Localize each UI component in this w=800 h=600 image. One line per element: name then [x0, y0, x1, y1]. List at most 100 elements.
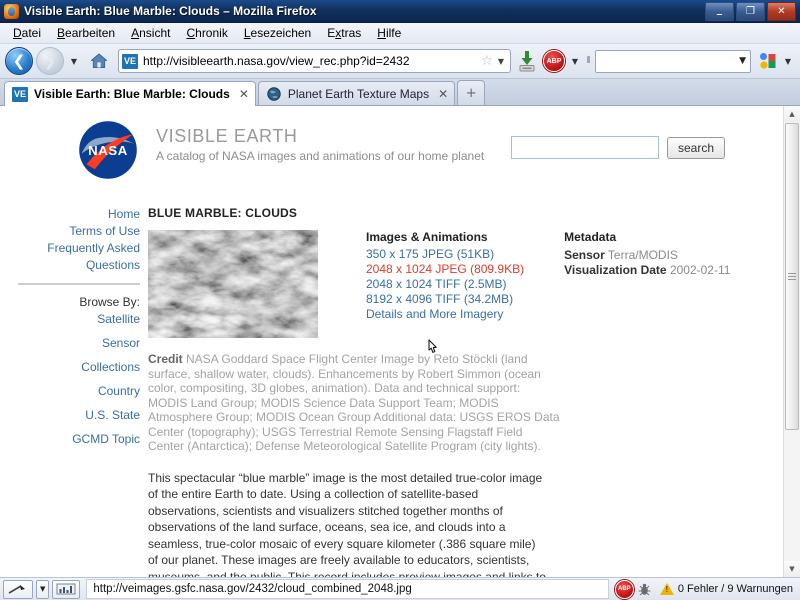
record-columns: Images & Animations 350 x 175 JPEG (51KB… [148, 230, 769, 338]
nav-divider [18, 283, 140, 285]
credit-label: Credit [148, 352, 183, 366]
url-input[interactable]: http://visibleearth.nasa.gov/view_rec.ph… [143, 54, 479, 68]
main-content: BLUE MARBLE: CLOUDS Images & Animations … [148, 180, 783, 577]
nav-terms-of-use[interactable]: Terms of Use [0, 223, 140, 240]
nav-gcmd-topic[interactable]: GCMD Topic [0, 431, 140, 448]
menu-ansicht[interactable]: Ansicht [124, 24, 177, 42]
bug-icon [638, 583, 651, 595]
google-dropdown-button[interactable]: ▼ [781, 48, 795, 74]
scroll-up-button[interactable]: ▲ [784, 106, 800, 122]
home-icon [91, 53, 107, 68]
left-navigation: Home Terms of Use Frequently Asked Quest… [0, 180, 148, 448]
brand-title: VISIBLE EARTH [156, 126, 298, 146]
minimize-button[interactable]: – [705, 1, 734, 22]
bookmark-dropdown-icon[interactable]: ▼ [495, 57, 507, 66]
tab-planet-earth-texture-maps[interactable]: Planet Earth Texture Maps ✕ [257, 81, 456, 105]
tab-strip: VE Visible Earth: Blue Marble: Clouds ✕ … [0, 79, 800, 106]
metadata-value: Terra/MODIS [607, 248, 678, 262]
toolbar-grip[interactable]: ⫴ [585, 52, 592, 70]
tab-favicon-icon [266, 86, 282, 101]
site-header: NASA VISIBLE EARTH A catalog of NASA ima… [0, 106, 783, 180]
site-search-input[interactable] [510, 136, 659, 159]
site-search-button[interactable]: search [666, 136, 725, 159]
menu-lesezeichen[interactable]: Lesezeichen [237, 24, 318, 42]
visible-earth-site: NASA VISIBLE EARTH A catalog of NASA ima… [0, 106, 783, 577]
downloads-button[interactable] [514, 48, 540, 74]
abp-label: ABP [618, 586, 631, 592]
chevron-down-icon[interactable]: ▼ [739, 56, 746, 66]
menu-chronik[interactable]: Chronik [179, 24, 234, 42]
close-icon: ✕ [777, 5, 786, 17]
nav-collections[interactable]: Collections [0, 359, 140, 376]
image-link-350x175[interactable]: 350 x 175 JPEG (51KB) [366, 247, 524, 262]
tab-visible-earth[interactable]: VE Visible Earth: Blue Marble: Clouds ✕ [4, 81, 256, 106]
adblock-dropdown-button[interactable]: ▼ [568, 48, 582, 74]
nav-satellite[interactable]: Satellite [0, 311, 140, 328]
menu-extras[interactable]: Extras [320, 24, 368, 42]
maximize-icon: ❐ [746, 5, 755, 17]
metadata-key: Sensor [564, 248, 605, 262]
status-adblock-icon[interactable]: ABP [614, 579, 634, 599]
metadata-heading: Metadata [564, 230, 617, 244]
tab-close-icon[interactable]: ✕ [236, 87, 249, 101]
status-meter-button[interactable] [52, 579, 81, 599]
plus-icon: + [465, 85, 477, 101]
maximize-button[interactable]: ❐ [736, 1, 765, 21]
pencil-icon [8, 584, 25, 594]
tab-favicon-icon: VE [12, 86, 28, 102]
tab-close-icon[interactable]: ✕ [435, 87, 448, 101]
window-controls: – ❐ ✕ [705, 1, 798, 22]
new-tab-button[interactable]: + [457, 80, 486, 105]
status-tool-button[interactable] [3, 579, 33, 599]
close-button[interactable]: ✕ [767, 1, 796, 21]
minimize-icon: – [716, 6, 723, 22]
description-paragraph-1: This spectacular “blue marble” image is … [148, 470, 546, 578]
back-button[interactable]: ❮ [5, 47, 33, 75]
error-console-status[interactable]: 0 Fehler / 9 Warnungen [656, 583, 797, 595]
bookmark-star-icon[interactable]: ☆ [479, 53, 495, 69]
nav-sensor[interactable]: Sensor [0, 335, 140, 352]
site-body: Home Terms of Use Frequently Asked Quest… [0, 180, 783, 577]
vertical-scrollbar[interactable]: ▲ ▼ [783, 106, 800, 577]
status-bar: ▼ http://veimages.gsfc.nasa.gov/2432/clo… [0, 577, 800, 600]
tab-label: Visible Earth: Blue Marble: Clouds [34, 87, 230, 101]
details-and-more-imagery-link[interactable]: Details and More Imagery [366, 307, 524, 322]
menu-datei[interactable]: Datei [6, 24, 48, 42]
menu-bearbeiten[interactable]: Bearbeiten [50, 24, 122, 42]
firefox-icon [4, 3, 19, 19]
nav-country[interactable]: Country [0, 383, 140, 400]
earth-icon [267, 86, 281, 101]
nav-us-state[interactable]: U.S. State [0, 407, 140, 424]
scroll-down-button[interactable]: ▼ [784, 561, 800, 577]
svg-text:NASA: NASA [88, 143, 128, 158]
image-link-2048x1024-tiff[interactable]: 2048 x 1024 TIFF (2.5MB) [366, 277, 524, 292]
site-search-area: search [510, 120, 725, 159]
images-heading: Images & Animations [366, 230, 488, 244]
forward-button[interactable]: ❯ [36, 47, 64, 75]
nav-home[interactable]: Home [0, 206, 140, 223]
credit-text: NASA Goddard Space Flight Center Image b… [148, 352, 560, 453]
status-tool-dropdown[interactable]: ▼ [36, 579, 50, 599]
history-dropdown-button[interactable]: ▼ [67, 48, 81, 74]
metadata-section: Metadata Sensor Terra/MODIS Visualizatio… [564, 230, 730, 278]
metadata-value: 2002-02-11 [669, 263, 731, 277]
preview-image[interactable] [148, 230, 318, 338]
image-link-2048x1024-jpeg[interactable]: 2048 x 1024 JPEG (809.9KB) [366, 262, 524, 277]
title-bar: Visible Earth: Blue Marble: Clouds – Moz… [0, 0, 800, 23]
nasa-logo: NASA [79, 121, 137, 179]
home-button[interactable] [86, 48, 112, 74]
cloud-map-image [148, 230, 318, 338]
menu-hilfe[interactable]: Hilfe [370, 24, 408, 42]
google-button[interactable] [758, 51, 778, 71]
scrollbar-thumb[interactable] [785, 123, 799, 430]
url-bar[interactable]: VE http://visibleearth.nasa.gov/view_rec… [118, 49, 511, 73]
browser-window: Visible Earth: Blue Marble: Clouds – Moz… [0, 0, 800, 600]
nav-faq[interactable]: Frequently Asked Questions [0, 240, 140, 274]
search-bar[interactable]: ▼ [595, 49, 751, 73]
chevron-down-icon: ▼ [40, 585, 46, 593]
firebug-icon[interactable] [637, 581, 653, 597]
image-link-8192x4096-tiff[interactable]: 8192 x 4096 TIFF (34.2MB) [366, 292, 524, 307]
content-viewport: NASA VISIBLE EARTH A catalog of NASA ima… [0, 106, 800, 577]
status-link-url: http://veimages.gsfc.nasa.gov/2432/cloud… [86, 579, 609, 599]
adblock-plus-button[interactable]: ABP [543, 50, 565, 72]
